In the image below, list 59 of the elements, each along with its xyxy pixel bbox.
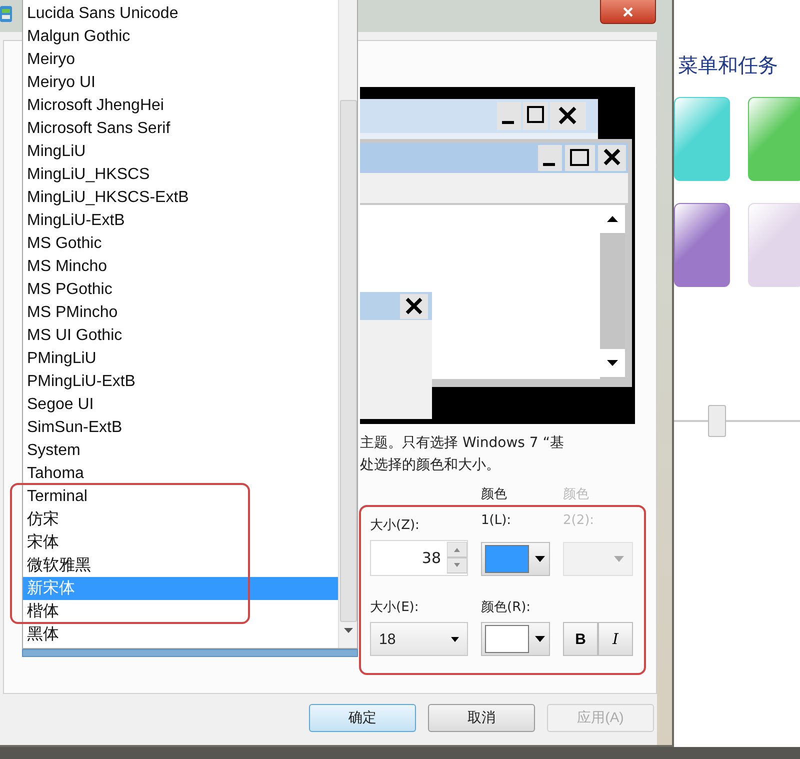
font-list-item[interactable]: SimSun-ExtB bbox=[23, 416, 338, 439]
bold-button[interactable]: B bbox=[563, 622, 598, 656]
font-list-item[interactable]: Segoe UI bbox=[23, 393, 338, 416]
slider-thumb[interactable] bbox=[708, 405, 726, 437]
font-list-item[interactable]: 微软雅黑 bbox=[23, 554, 338, 577]
font-size-dropdown[interactable]: 18 bbox=[370, 622, 468, 656]
font-list-item[interactable]: MingLiU_HKSCS bbox=[23, 163, 338, 186]
size-label: 大小(Z): bbox=[370, 517, 420, 535]
font-list-item[interactable]: System bbox=[23, 439, 338, 462]
color-swatch bbox=[485, 545, 529, 573]
color-swatch[interactable] bbox=[674, 97, 730, 181]
section-heading: 菜单和任务 bbox=[678, 52, 779, 79]
scroll-down-icon[interactable] bbox=[344, 628, 352, 633]
caret-icon bbox=[535, 636, 545, 642]
font-list-item[interactable]: Meiryo bbox=[23, 48, 338, 71]
font-size-label: 大小(E): bbox=[370, 599, 420, 617]
caret-icon bbox=[451, 636, 459, 642]
font-list-item[interactable]: 黑体 bbox=[23, 623, 338, 646]
color-picker-button[interactable] bbox=[481, 622, 550, 656]
size-spinner[interactable]: 38 bbox=[370, 540, 468, 576]
color-picker-button[interactable] bbox=[481, 542, 550, 576]
scrollbar[interactable] bbox=[338, 0, 357, 648]
color-label: 颜色 1(L): bbox=[481, 486, 512, 530]
font-list-item[interactable]: PMingLiU-ExtB bbox=[23, 370, 338, 393]
font-list-item[interactable]: PMingLiU bbox=[23, 347, 338, 370]
font-list-item[interactable]: Microsoft Sans Serif bbox=[23, 117, 338, 140]
font-list-item[interactable]: MingLiU-ExtB bbox=[23, 209, 338, 232]
font-list-item[interactable]: 仿宋 bbox=[23, 508, 338, 531]
font-list-item[interactable]: MingLiU bbox=[23, 140, 338, 163]
font-list-item[interactable]: MingLiU_HKSCS-ExtB bbox=[23, 186, 338, 209]
font-list-item[interactable]: Tahoma bbox=[23, 462, 338, 485]
font-list-item[interactable]: MS PMincho bbox=[23, 301, 338, 324]
font-list-item[interactable]: MS Gothic bbox=[23, 232, 338, 255]
font-list-item[interactable]: 宋体 bbox=[23, 531, 338, 554]
close-icon bbox=[622, 6, 634, 18]
cancel-button[interactable]: 取消 bbox=[428, 704, 535, 732]
font-list-item[interactable]: MS UI Gothic bbox=[23, 324, 338, 347]
font-list-item[interactable]: Microsoft JhengHei bbox=[23, 94, 338, 117]
caret-icon bbox=[535, 556, 545, 562]
font-list-item[interactable]: Meiryo UI bbox=[23, 71, 338, 94]
font-combobox[interactable] bbox=[22, 649, 358, 657]
color-swatch bbox=[485, 625, 529, 653]
font-list-item[interactable]: Lucida Sans Unicode bbox=[23, 2, 338, 25]
color-swatch[interactable] bbox=[674, 203, 730, 287]
italic-button[interactable]: I bbox=[598, 622, 633, 656]
description-text: 处选择的颜色和大小。 bbox=[360, 456, 501, 475]
close-button[interactable] bbox=[600, 0, 656, 24]
caret-icon bbox=[614, 556, 624, 562]
font-list-item[interactable]: Malgun Gothic bbox=[23, 25, 338, 48]
font-list-item[interactable]: MS Mincho bbox=[23, 255, 338, 278]
description-text: 主题。只有选择 Windows 7 “基 bbox=[360, 434, 566, 453]
spin-arrows-icon[interactable] bbox=[447, 542, 467, 574]
app-icon bbox=[0, 4, 14, 24]
color-label: 颜色 2(2): bbox=[563, 486, 596, 530]
scrollbar-thumb[interactable] bbox=[340, 100, 356, 622]
font-color-label: 颜色(R): bbox=[481, 599, 532, 617]
color-swatch[interactable] bbox=[748, 97, 800, 181]
font-list-item[interactable]: MS PGothic bbox=[23, 278, 338, 301]
ok-button[interactable]: 确定 bbox=[309, 704, 416, 732]
